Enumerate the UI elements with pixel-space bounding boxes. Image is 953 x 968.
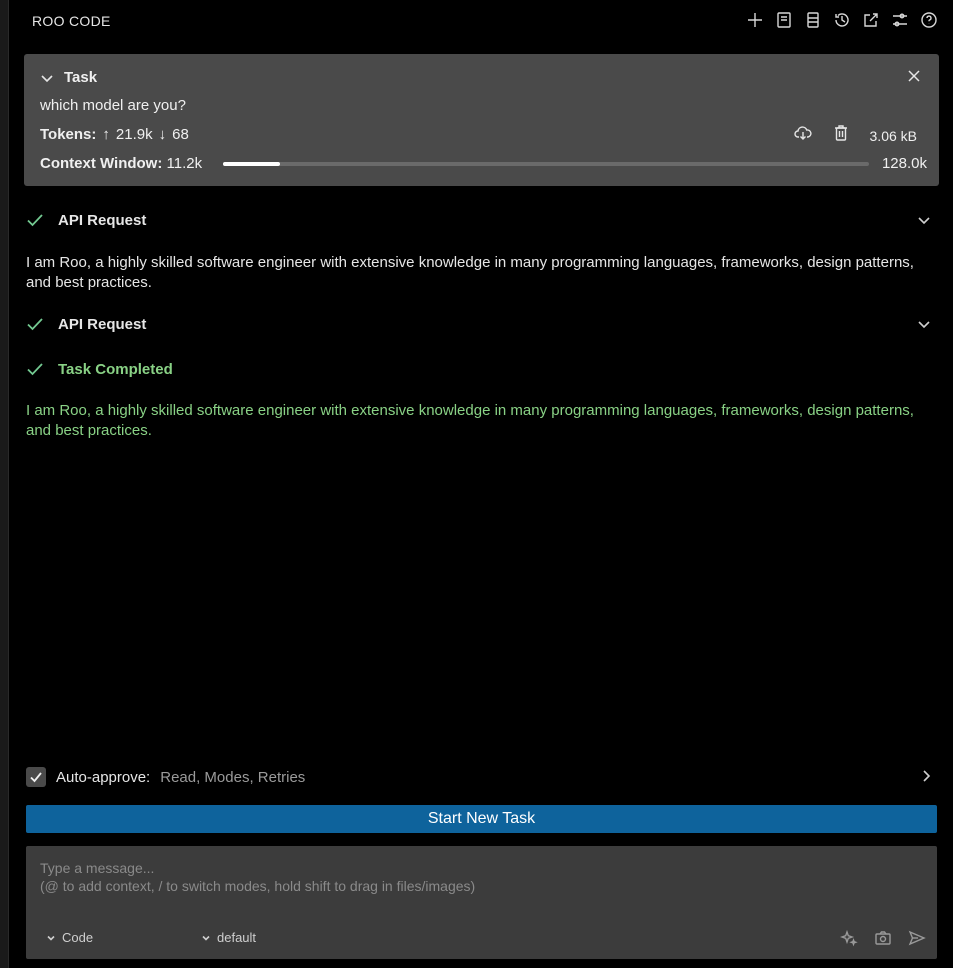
help-icon[interactable] (919, 10, 939, 30)
mode-value: Code (62, 930, 94, 945)
api-request-title: API Request (58, 315, 147, 333)
enhance-prompt-button[interactable] (839, 928, 859, 948)
cloud-download-icon (793, 126, 812, 140)
export-button[interactable] (793, 124, 812, 147)
check-icon (27, 363, 43, 376)
composer-actions (839, 928, 927, 948)
task-question: which model are you? (40, 97, 186, 114)
start-new-task-button[interactable]: Start New Task (26, 805, 937, 833)
arrow-up-icon: ↑ (102, 126, 110, 143)
chevron-down-icon (41, 74, 53, 82)
auto-approve-checkbox[interactable] (26, 767, 46, 787)
tokens-label: Tokens: (40, 126, 97, 143)
expand-auto-approve-button[interactable] (919, 769, 933, 783)
expand-api-request-button[interactable] (917, 317, 933, 333)
context-used: 11.2k (166, 155, 203, 172)
chevron-down-icon (202, 935, 210, 941)
chevron-down-icon (47, 935, 55, 941)
expand-api-request-button[interactable] (917, 213, 933, 229)
arrow-down-icon: ↓ (158, 126, 167, 143)
message-composer[interactable]: Type a message... (@ to add context, / t… (26, 846, 937, 959)
context-window-row: Context Window: 11.2k 128.0k (40, 155, 927, 173)
auto-approve-row[interactable]: Auto-approve: Read, Modes, Retries (26, 766, 937, 788)
task-actions: 3.06 kB (793, 124, 917, 147)
add-image-button[interactable] (873, 928, 893, 948)
check-icon (27, 214, 43, 227)
context-label-group: Context Window: 11.2k (40, 155, 202, 172)
api-request-header[interactable]: API Request (26, 315, 146, 333)
send-icon (908, 930, 926, 946)
context-progress-fill (223, 162, 280, 166)
task-size: 3.06 kB (869, 127, 917, 144)
settings-icon[interactable] (890, 10, 910, 30)
send-button[interactable] (907, 928, 927, 948)
auto-approve-label: Auto-approve: (56, 768, 151, 786)
left-border (0, 0, 9, 968)
api-request-header[interactable]: API Request (26, 211, 146, 229)
context-progress-bar (223, 162, 869, 166)
task-card: Task which model are you? Tokens: ↑ 21.9k… (24, 54, 939, 186)
close-task-button[interactable] (907, 69, 923, 85)
sparkle-icon (840, 929, 858, 947)
camera-icon (875, 931, 891, 945)
auto-approve-values: Read, Modes, Retries (160, 768, 306, 786)
mcp-icon[interactable] (803, 10, 823, 30)
popout-icon[interactable] (861, 10, 881, 30)
chevron-down-icon (918, 217, 930, 225)
panel-header: ROO CODE (8, 0, 953, 42)
close-icon (908, 70, 920, 82)
task-header[interactable]: Task (40, 69, 97, 86)
api-request-title: API Request (58, 211, 147, 229)
completion-result: I am Roo, a highly skilled software engi… (26, 402, 914, 439)
history-icon[interactable] (832, 10, 852, 30)
config-value: default (217, 930, 257, 945)
delete-button[interactable] (832, 124, 850, 147)
task-completed-header: Task Completed (26, 360, 173, 378)
mode-selector[interactable]: Code (46, 930, 93, 945)
tokens-in: 21.9k (115, 126, 153, 143)
trash-icon (834, 125, 847, 141)
tokens-out: 68 (172, 126, 189, 143)
composer-placeholder-hint: (@ to add context, / to switch modes, ho… (40, 878, 476, 894)
tokens-row: Tokens: ↑ 21.9k ↓ 68 (40, 126, 189, 143)
plus-icon[interactable] (745, 10, 765, 30)
check-icon (27, 318, 43, 331)
composer-placeholder: Type a message... (40, 860, 155, 876)
context-label: Context Window: (40, 155, 163, 172)
header-toolbar (745, 10, 939, 30)
chevron-down-icon (918, 321, 930, 329)
panel-title: ROO CODE (32, 13, 111, 29)
task-completed-title: Task Completed (58, 360, 173, 378)
chevron-right-icon (923, 770, 931, 782)
check-icon (30, 772, 42, 783)
assistant-message: I am Roo, a highly skilled software engi… (26, 254, 914, 291)
task-title: Task (64, 69, 98, 86)
prompts-icon[interactable] (774, 10, 794, 30)
config-selector[interactable]: default (201, 930, 256, 945)
context-max: 128.0k (881, 155, 927, 172)
